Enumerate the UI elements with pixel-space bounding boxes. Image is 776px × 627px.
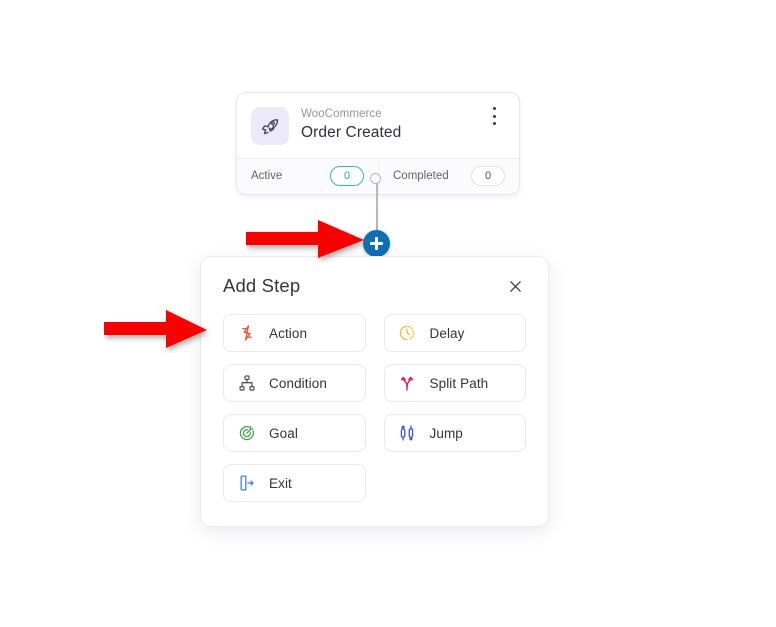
step-option-condition-label: Condition <box>269 375 327 391</box>
exit-door-icon <box>237 474 256 493</box>
clock-icon <box>398 324 417 343</box>
stat-completed: Completed 0 <box>378 159 519 194</box>
split-path-icon <box>398 374 417 393</box>
stat-completed-value: 0 <box>471 166 505 186</box>
trigger-card-titles: WooCommerce Order Created <box>301 106 506 143</box>
target-icon <box>237 424 256 443</box>
arrow-pointing-to-action-option <box>104 310 207 348</box>
kebab-menu-icon[interactable] <box>486 106 502 126</box>
workflow-canvas: WooCommerce Order Created Active 0 Compl… <box>0 0 776 627</box>
stat-completed-label: Completed <box>393 170 449 182</box>
step-option-action-label: Action <box>269 325 308 341</box>
rocket-icon <box>251 107 289 145</box>
step-option-jump[interactable]: Jump <box>383 414 526 452</box>
add-step-panel-header: Add Step <box>223 275 526 297</box>
lightning-bolt-icon <box>237 324 256 343</box>
step-options-grid: Action Delay Condition Split Path Goal J… <box>223 314 526 502</box>
jump-icon <box>398 424 417 443</box>
trigger-integration-name: WooCommerce <box>301 108 382 120</box>
step-option-delay-label: Delay <box>429 325 465 341</box>
trigger-title: Order Created <box>301 124 402 141</box>
step-option-split-path-label: Split Path <box>429 375 489 391</box>
step-option-action[interactable]: Action <box>223 314 366 352</box>
step-option-goal[interactable]: Goal <box>223 414 366 452</box>
step-option-exit[interactable]: Exit <box>223 464 366 502</box>
step-option-goal-label: Goal <box>269 425 298 441</box>
stat-active-value: 0 <box>330 166 364 186</box>
add-step-panel: Add Step Action Delay Condition Split Pa… <box>200 256 549 527</box>
add-step-plus-button[interactable] <box>363 230 390 257</box>
connector-node-icon <box>370 173 381 184</box>
step-option-split-path[interactable]: Split Path <box>383 364 526 402</box>
step-option-jump-label: Jump <box>429 425 463 441</box>
panel-title: Add Step <box>223 275 301 296</box>
sitemap-icon <box>237 374 256 393</box>
close-icon[interactable] <box>504 275 526 297</box>
step-option-condition[interactable]: Condition <box>223 364 366 402</box>
step-option-delay[interactable]: Delay <box>383 314 526 352</box>
stat-active-label: Active <box>251 170 283 182</box>
step-option-exit-label: Exit <box>269 475 292 491</box>
stat-active: Active 0 <box>237 159 378 194</box>
trigger-card-header: WooCommerce Order Created <box>237 93 519 158</box>
